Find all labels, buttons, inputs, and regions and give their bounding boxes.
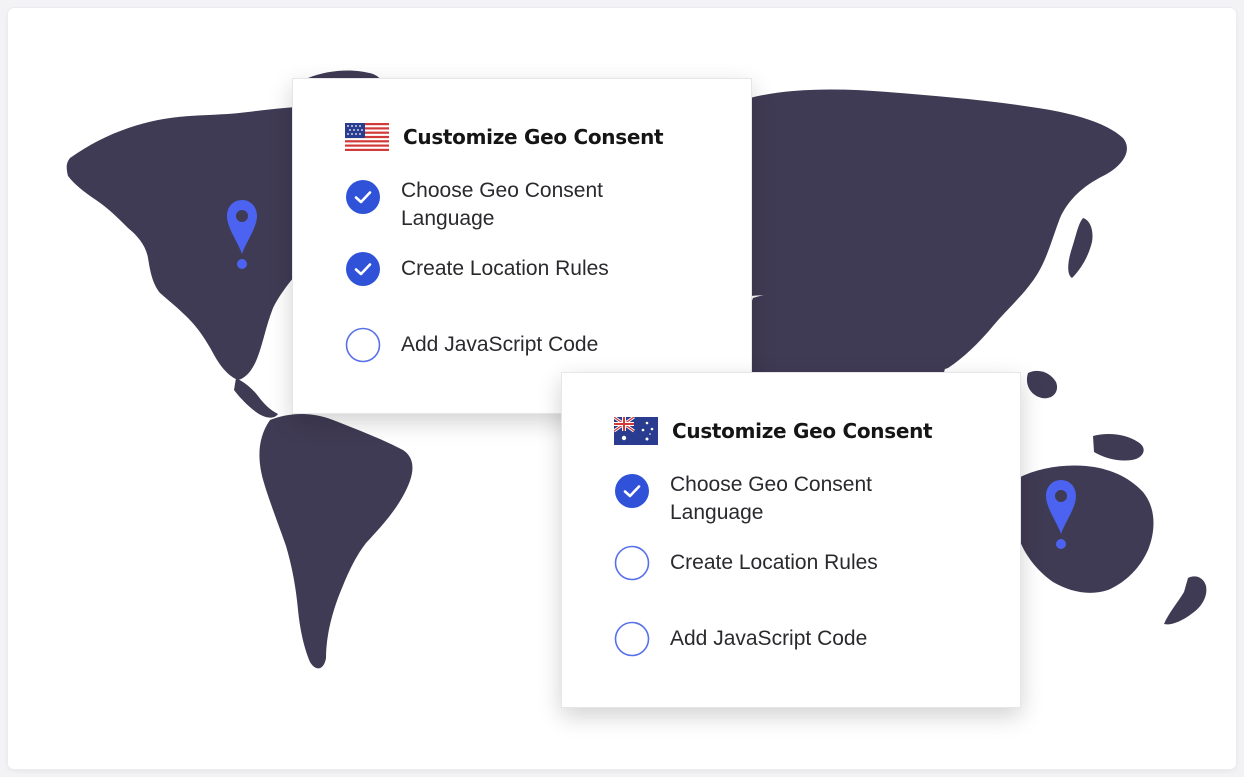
card-title: Customize Geo Consent — [672, 419, 933, 443]
central-america-landmass — [234, 378, 278, 418]
australia-flag-icon — [614, 417, 658, 445]
geo-consent-card-us: Customize Geo Consent Choose Geo Consent… — [292, 78, 752, 414]
empty-circle-icon — [345, 327, 381, 363]
check-circle-icon — [615, 474, 649, 508]
southeast-asia-islands — [1026, 370, 1058, 399]
step-javascript-code[interactable]: Add JavaScript Code — [614, 619, 930, 657]
step-label: Create Location Rules — [401, 257, 609, 280]
step-location-rules[interactable]: Create Location Rules — [614, 543, 930, 581]
japan-landmass — [1068, 218, 1093, 278]
us-flag-icon — [345, 123, 389, 151]
step-label: Add JavaScript Code — [401, 333, 599, 356]
card-title: Customize Geo Consent — [403, 125, 664, 149]
map-pin-icon — [1046, 480, 1076, 549]
step-choose-language[interactable]: Choose Geo Consent Language — [345, 177, 661, 233]
map-pin-icon — [227, 200, 257, 269]
south-america-landmass — [259, 414, 413, 669]
card-header: Customize Geo Consent — [345, 123, 664, 151]
empty-circle-icon — [614, 621, 650, 657]
step-label: Choose Geo Consent Language — [670, 473, 872, 524]
check-circle-icon — [346, 252, 380, 286]
new-zealand-landmass — [1164, 576, 1207, 625]
illustration-frame: Customize Geo Consent Choose Geo Consent… — [8, 8, 1236, 769]
step-choose-language[interactable]: Choose Geo Consent Language — [614, 471, 930, 527]
step-location-rules[interactable]: Create Location Rules — [345, 249, 661, 287]
australia-landmass — [1013, 465, 1154, 593]
step-label: Add JavaScript Code — [670, 627, 868, 650]
step-javascript-code[interactable]: Add JavaScript Code — [345, 325, 661, 363]
check-circle-icon — [346, 180, 380, 214]
empty-circle-icon — [614, 545, 650, 581]
new-guinea-landmass — [1093, 434, 1144, 461]
step-label: Choose Geo Consent Language — [401, 179, 603, 230]
step-label: Create Location Rules — [670, 551, 878, 574]
card-header: Customize Geo Consent — [614, 417, 933, 445]
geo-consent-card-australia: Customize Geo Consent Choose Geo Consent… — [561, 372, 1021, 708]
